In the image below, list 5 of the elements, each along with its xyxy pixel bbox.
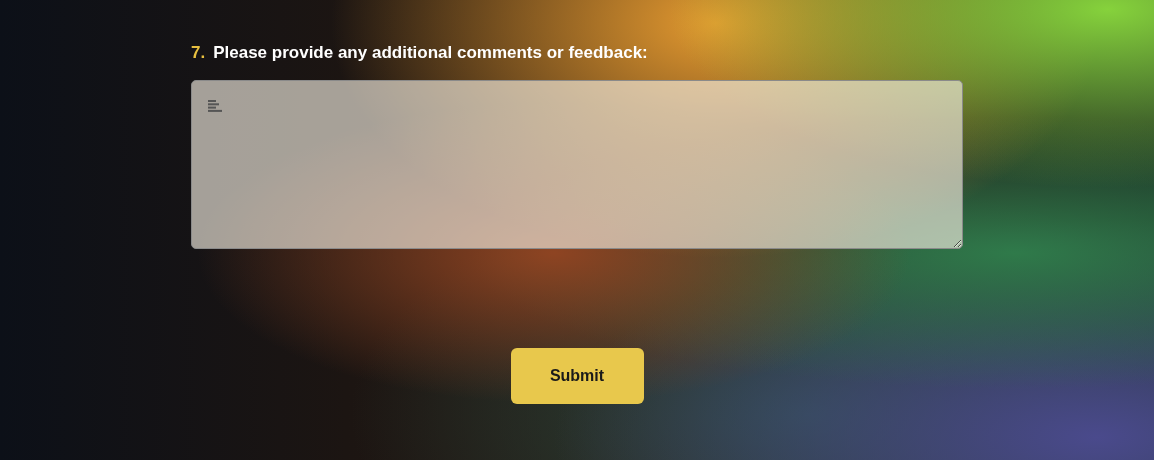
submit-button[interactable]: Submit <box>510 347 644 404</box>
comment-field[interactable] <box>191 79 963 249</box>
question-text: Please provide any additional comments or feedback: <box>213 42 648 64</box>
text-align-icon <box>208 99 222 112</box>
question-number: 7. <box>191 42 206 64</box>
